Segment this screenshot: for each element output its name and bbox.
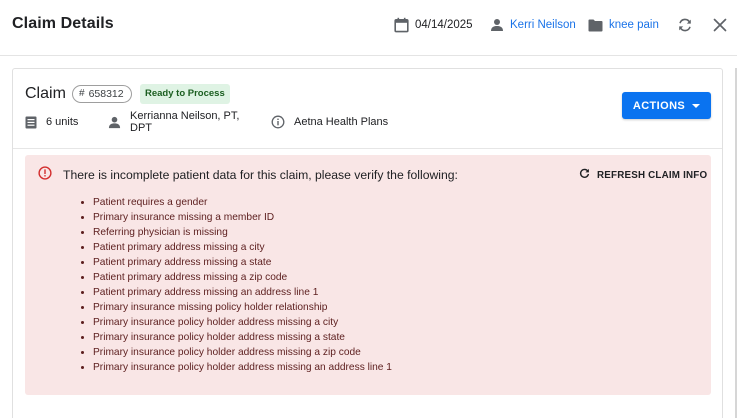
person-icon <box>490 18 504 32</box>
patient-name[interactable]: Kerri Neilson <box>510 19 576 31</box>
claim-card: Claim # 658312 Ready to Process 6 units <box>12 68 723 418</box>
info-icon <box>271 115 285 129</box>
folder-icon <box>588 19 603 32</box>
missing-data-list: Patient requires a gender Primary insura… <box>93 195 392 375</box>
list-item: Patient primary address missing a city <box>93 240 392 255</box>
refresh-icon <box>579 168 590 182</box>
actions-button[interactable]: ACTIONS <box>622 92 711 119</box>
calendar-icon <box>394 17 409 33</box>
refresh-claim-info-label: REFRESH CLAIM INFO <box>597 169 708 181</box>
claim-date-text: 04/14/2025 <box>415 19 473 31</box>
list-icon <box>25 116 37 129</box>
claim-number: 658312 <box>88 88 124 100</box>
close-icon[interactable] <box>711 16 729 34</box>
actions-label: ACTIONS <box>632 99 686 112</box>
list-item: Primary insurance missing a member ID <box>93 210 392 225</box>
header-bar: Claim Details 04/14/2025 Kerri Neilson k… <box>0 0 737 56</box>
incomplete-data-alert: There is incomplete patient data for thi… <box>25 155 711 395</box>
list-item: Primary insurance policy holder address … <box>93 315 392 330</box>
units-text: 6 units <box>46 116 79 128</box>
claim-date: 04/14/2025 <box>394 16 473 34</box>
list-item: Referring physician is missing <box>93 225 392 240</box>
provider-name: Kerrianna Neilson, PT, DPT <box>130 110 240 134</box>
case-name[interactable]: knee pain <box>609 19 659 31</box>
caret-down-icon <box>692 103 701 108</box>
refresh-claim-info-button[interactable]: REFRESH CLAIM INFO <box>579 167 707 183</box>
list-item: Primary insurance missing policy holder … <box>93 300 392 315</box>
provider-info: Kerrianna Neilson, PT, DPT <box>108 110 258 134</box>
case-link[interactable]: knee pain <box>588 16 659 34</box>
list-item: Patient requires a gender <box>93 195 392 210</box>
list-item: Primary insurance policy holder address … <box>93 360 392 375</box>
insurance-info: Aetna Health Plans <box>271 115 388 129</box>
claim-summary: Claim # 658312 Ready to Process 6 units <box>13 69 722 149</box>
alert-message: There is incomplete patient data for thi… <box>63 168 458 182</box>
page-title: Claim Details <box>12 15 114 32</box>
claim-meta: 6 units Kerrianna Neilson, PT, DPT Aetna… <box>25 110 388 134</box>
patient-link[interactable]: Kerri Neilson <box>490 16 576 34</box>
list-item: Primary insurance policy holder address … <box>93 345 392 360</box>
error-icon <box>38 166 52 180</box>
claim-title: Claim <box>25 85 66 102</box>
list-item: Primary insurance policy holder address … <box>93 330 392 345</box>
person-icon <box>108 116 121 129</box>
sync-icon[interactable] <box>676 16 694 34</box>
insurance-name: Aetna Health Plans <box>294 116 389 128</box>
status-badge: Ready to Process <box>140 84 230 104</box>
hash-icon: # <box>79 88 85 99</box>
list-item: Patient primary address missing a zip co… <box>93 270 392 285</box>
list-item: Patient primary address missing a state <box>93 255 392 270</box>
claim-number-chip: # 658312 <box>72 85 132 103</box>
list-item: Patient primary address missing an addre… <box>93 285 392 300</box>
units-info: 6 units <box>25 116 95 129</box>
